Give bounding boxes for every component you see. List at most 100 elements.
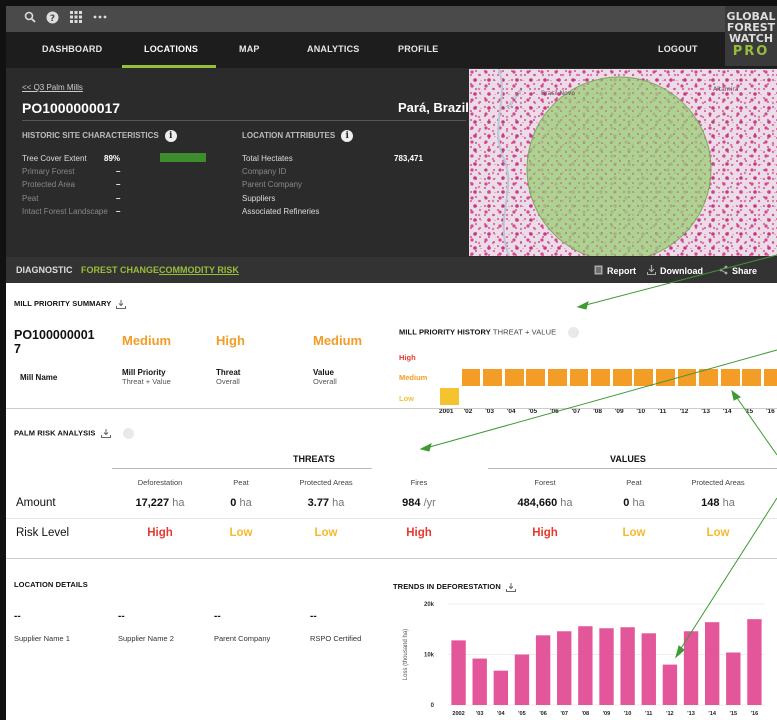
chart-bar[interactable] <box>599 628 614 705</box>
threat-sublabel: Overall <box>216 377 240 386</box>
historic-section-title: HISTORIC SITE CHARACTERISTICS i <box>22 130 177 142</box>
chart-bar[interactable] <box>641 633 656 705</box>
risk-amount: 148 ha <box>701 497 735 509</box>
info-icon[interactable]: i <box>341 130 354 142</box>
history-cell <box>460 368 482 387</box>
historic-title-text: HISTORIC SITE CHARACTERISTICS <box>22 131 159 141</box>
historic-label: Protected Area <box>22 180 75 189</box>
chart-bar[interactable] <box>493 670 509 705</box>
chart-bar[interactable] <box>535 635 551 705</box>
chart-bar[interactable] <box>683 631 699 705</box>
download-label: Download <box>660 266 703 276</box>
history-cell <box>741 368 763 387</box>
site-map[interactable]: Brasil Novo Altamira Rio Xingu <box>469 69 777 256</box>
risk-level: High <box>147 527 173 539</box>
top-toolbar: ? <box>6 6 777 32</box>
history-year-label: '09 <box>614 408 624 415</box>
chart-xtick-label: '15 <box>730 711 738 717</box>
risk-level: High <box>406 527 432 539</box>
gfw-pro-logo[interactable]: GLOBAL FOREST WATCH PRO <box>725 6 777 66</box>
history-year-label: '06 <box>550 408 559 415</box>
chart-bar[interactable] <box>726 652 741 705</box>
history-year-label: 2001 <box>439 408 454 415</box>
share-button[interactable]: Share <box>719 265 757 276</box>
info-icon[interactable] <box>568 327 580 338</box>
nav-analytics[interactable]: ANALYTICS <box>307 44 359 54</box>
values-underline <box>488 468 777 469</box>
history-year-label: '05 <box>528 408 538 415</box>
chart-bar[interactable] <box>472 658 487 705</box>
info-icon[interactable] <box>122 428 134 439</box>
chart-xtick-label: '16 <box>751 711 759 717</box>
attribute-value: 783,471 <box>394 154 423 163</box>
report-button[interactable]: Report <box>594 265 636 276</box>
risk-column-header: Protected Areas <box>299 478 353 487</box>
share-icon <box>719 265 728 275</box>
diagnostic-label: DIAGNOSTIC <box>16 265 73 275</box>
chart-bar[interactable] <box>514 654 530 706</box>
history-cell <box>719 368 741 387</box>
section-divider <box>6 408 777 409</box>
palm-risk-analysis-title: PALM RISK ANALYSIS <box>14 428 134 439</box>
value-label: Value <box>313 368 334 377</box>
info-icon[interactable]: i <box>164 130 177 142</box>
history-cell <box>547 368 568 387</box>
risk-level: Low <box>622 527 646 539</box>
chart-bar[interactable] <box>704 622 720 705</box>
chart-bar[interactable] <box>578 626 593 705</box>
map-canvas: Brasil Novo Altamira Rio Xingu <box>469 69 777 256</box>
grid-icon[interactable] <box>68 11 84 27</box>
historic-label: Intact Forest Landscape <box>22 207 108 216</box>
back-link[interactable]: << Q3 Palm Mills <box>22 83 83 92</box>
trends-title-text: TRENDS IN DEFORESTATION <box>393 582 501 591</box>
attributes-section-title: LOCATION ATTRIBUTES i <box>242 130 354 142</box>
risk-amount: 484,660 ha <box>517 497 573 509</box>
map-label-altamira: Altamira <box>713 86 739 93</box>
chart-bar[interactable] <box>747 619 762 705</box>
download-icon[interactable] <box>116 299 127 309</box>
mill-priority-sublabel: Threat + Value <box>122 377 171 386</box>
tree-cover-bar <box>160 153 206 162</box>
historic-label: Peat <box>22 194 39 203</box>
help-icon[interactable]: ? <box>44 11 60 27</box>
threats-header: THREATS <box>293 454 335 464</box>
more-icon[interactable] <box>92 11 108 27</box>
history-cell <box>633 368 655 387</box>
tab-commodity-risk[interactable]: COMMODITY RISK <box>159 265 239 275</box>
mill-name-label: Mill Name <box>20 373 58 382</box>
nav-profile[interactable]: PROFILE <box>398 44 438 54</box>
nav-logout[interactable]: LOGOUT <box>658 44 698 54</box>
chart-bar[interactable] <box>451 640 466 705</box>
trends-chart: 0 10k 20k Loss (thousand ha) 2002 '03 '04 '05 '0… <box>403 602 765 717</box>
download-icon[interactable] <box>506 582 517 592</box>
chart-bar[interactable] <box>557 631 572 705</box>
attributes-title-text: LOCATION ATTRIBUTES <box>242 131 336 141</box>
search-icon[interactable] <box>22 11 38 27</box>
history-cell <box>698 368 719 387</box>
nav-locations[interactable]: LOCATIONS <box>144 44 198 54</box>
historic-label: Tree Cover Extent <box>22 154 87 163</box>
chart-xtick-label: '12 <box>666 711 674 717</box>
value-sublabel: Overall <box>313 377 337 386</box>
history-year-label: '02 <box>463 408 473 415</box>
chart-bar[interactable] <box>620 627 635 705</box>
tab-forest-change[interactable]: FOREST CHANGE <box>81 265 159 275</box>
chart-xtick-label: '05 <box>518 711 526 717</box>
logo-line-3: WATCH <box>728 32 774 45</box>
chart-xtick-label: '04 <box>497 711 505 717</box>
report-label: Report <box>607 266 636 276</box>
historic-value: 89% <box>104 154 121 163</box>
amount-row-label: Amount <box>16 497 56 509</box>
detail-label: Parent Company <box>214 634 271 643</box>
history-level-low: Low <box>399 394 414 403</box>
nav-map[interactable]: MAP <box>239 44 260 54</box>
nav-dashboard[interactable]: DASHBOARD <box>42 44 102 54</box>
download-icon[interactable] <box>100 429 111 438</box>
download-button[interactable]: Download <box>647 265 703 276</box>
history-year-label: '12 <box>679 408 689 415</box>
history-year-label: '15 <box>744 408 754 415</box>
report-icon <box>594 265 603 275</box>
history-year-label: '08 <box>593 408 602 415</box>
chart-bar[interactable] <box>662 664 678 705</box>
history-cell <box>590 368 611 387</box>
